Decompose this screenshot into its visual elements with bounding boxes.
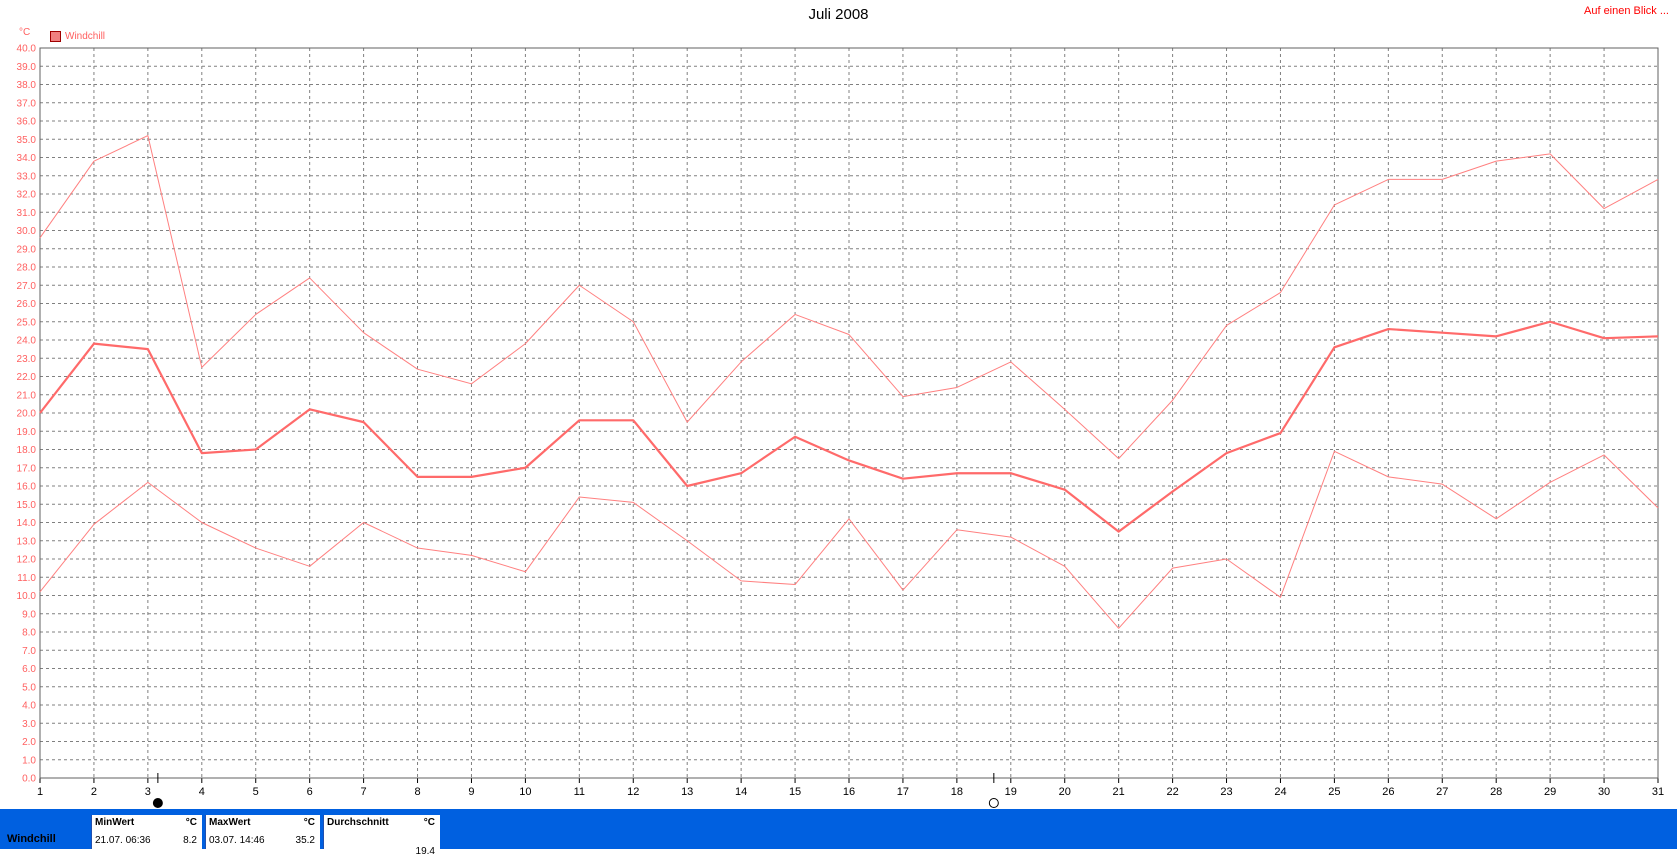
x-tick-label: 27 bbox=[1436, 786, 1448, 798]
x-tick-label: 8 bbox=[414, 786, 420, 798]
y-tick-label: 27.0 bbox=[17, 281, 37, 292]
stat-min: MinWert °C 21.07. 06:36 8.2 bbox=[91, 815, 202, 849]
x-tick-label: 24 bbox=[1274, 786, 1286, 798]
chart-legend: Windchill bbox=[50, 31, 105, 42]
y-tick-label: 18.0 bbox=[17, 445, 37, 456]
y-tick-label: 29.0 bbox=[17, 244, 37, 255]
y-tick-label: 10.0 bbox=[17, 591, 37, 602]
x-tick-label: 12 bbox=[627, 786, 639, 798]
x-tick-label: 16 bbox=[843, 786, 855, 798]
y-tick-label: 21.0 bbox=[17, 390, 37, 401]
y-tick-label: 23.0 bbox=[17, 354, 37, 365]
y-tick-label: 15.0 bbox=[17, 500, 37, 511]
stat-min-unit: °C bbox=[185, 817, 197, 828]
stat-min-label: MinWert bbox=[95, 817, 135, 828]
x-tick-label: 22 bbox=[1166, 786, 1178, 798]
y-tick-label: 0.0 bbox=[22, 774, 36, 785]
full-moon-icon bbox=[152, 798, 163, 808]
x-tick-label: 18 bbox=[951, 786, 963, 798]
stat-avg: Durchschnitt °C 19.4 bbox=[323, 815, 440, 857]
y-tick-label: 2.0 bbox=[22, 737, 36, 748]
x-tick-label: 30 bbox=[1598, 786, 1610, 798]
stats-row-label: Windchill bbox=[7, 833, 56, 845]
stat-max-value: 35.2 bbox=[295, 835, 315, 846]
y-tick-label: 14.0 bbox=[17, 518, 37, 529]
stat-min-when: 21.07. 06:36 bbox=[95, 835, 151, 846]
x-tick-label: 4 bbox=[199, 786, 205, 798]
y-tick-label: 16.0 bbox=[17, 482, 37, 493]
x-tick-label: 31 bbox=[1652, 786, 1664, 798]
x-tick-label: 13 bbox=[681, 786, 693, 798]
y-tick-label: 11.0 bbox=[17, 573, 36, 584]
y-tick-label: 9.0 bbox=[22, 609, 36, 620]
x-tick-label: 10 bbox=[519, 786, 531, 798]
stat-max-unit: °C bbox=[303, 817, 315, 828]
y-tick-label: 38.0 bbox=[17, 80, 37, 91]
y-tick-label: 34.0 bbox=[17, 153, 37, 164]
y-tick-label: 22.0 bbox=[17, 372, 37, 383]
stat-avg-label: Durchschnitt bbox=[327, 817, 389, 828]
stat-max-when: 03.07. 14:46 bbox=[209, 835, 265, 846]
y-axis-unit: °C bbox=[19, 27, 31, 38]
y-tick-label: 40.0 bbox=[17, 44, 37, 55]
y-tick-label: 19.0 bbox=[17, 427, 37, 438]
y-tick-label: 37.0 bbox=[17, 98, 37, 109]
x-tick-label: 9 bbox=[468, 786, 474, 798]
x-tick-label: 23 bbox=[1220, 786, 1232, 798]
y-tick-label: 33.0 bbox=[17, 171, 37, 182]
x-tick-label: 11 bbox=[574, 786, 585, 798]
stat-avg-unit: °C bbox=[423, 817, 435, 828]
y-tick-label: 13.0 bbox=[17, 536, 37, 547]
x-tick-label: 15 bbox=[789, 786, 801, 798]
y-tick-label: 25.0 bbox=[17, 317, 37, 328]
y-tick-label: 4.0 bbox=[22, 701, 36, 712]
x-tick-label: 14 bbox=[735, 786, 747, 798]
y-tick-label: 17.0 bbox=[17, 463, 37, 474]
x-tick-label: 7 bbox=[361, 786, 367, 798]
y-tick-label: 24.0 bbox=[17, 336, 37, 347]
x-tick-label: 5 bbox=[253, 786, 259, 798]
x-tick-label: 20 bbox=[1059, 786, 1071, 798]
x-tick-label: 28 bbox=[1490, 786, 1502, 798]
y-tick-label: 26.0 bbox=[17, 299, 37, 310]
y-tick-label: 3.0 bbox=[22, 719, 36, 730]
chart-canvas: 0.01.02.03.04.05.06.07.08.09.010.011.012… bbox=[17, 44, 1664, 808]
y-tick-label: 1.0 bbox=[22, 755, 36, 766]
x-tick-label: 29 bbox=[1544, 786, 1556, 798]
y-tick-label: 5.0 bbox=[22, 682, 36, 693]
y-tick-label: 7.0 bbox=[22, 646, 36, 657]
y-tick-label: 39.0 bbox=[17, 62, 37, 73]
x-tick-label: 26 bbox=[1382, 786, 1394, 798]
x-tick-label: 21 bbox=[1113, 786, 1125, 798]
stat-min-value: 8.2 bbox=[183, 835, 197, 846]
x-tick-label: 6 bbox=[307, 786, 313, 798]
overview-link[interactable]: Auf einen Blick ... bbox=[1584, 5, 1669, 17]
stat-max-label: MaxWert bbox=[209, 817, 251, 828]
x-tick-label: 19 bbox=[1005, 786, 1017, 798]
chart-title: Juli 2008 bbox=[808, 6, 869, 23]
y-tick-label: 20.0 bbox=[17, 409, 37, 420]
y-tick-label: 28.0 bbox=[17, 263, 37, 274]
new-moon-icon bbox=[988, 798, 999, 808]
y-tick-label: 6.0 bbox=[22, 664, 36, 675]
x-tick-label: 17 bbox=[897, 786, 909, 798]
y-tick-label: 35.0 bbox=[17, 135, 37, 146]
y-tick-label: 30.0 bbox=[17, 226, 37, 237]
stat-max: MaxWert °C 03.07. 14:46 35.2 bbox=[205, 815, 320, 849]
x-tick-label: 25 bbox=[1328, 786, 1340, 798]
y-tick-label: 8.0 bbox=[22, 628, 36, 639]
y-tick-label: 32.0 bbox=[17, 190, 37, 201]
x-tick-label: 3 bbox=[145, 786, 151, 798]
legend-swatch bbox=[50, 31, 61, 42]
x-tick-label: 1 bbox=[37, 786, 43, 798]
y-tick-label: 12.0 bbox=[17, 555, 37, 566]
stat-avg-value: 19.4 bbox=[415, 846, 435, 857]
y-tick-label: 36.0 bbox=[17, 117, 37, 128]
y-tick-label: 31.0 bbox=[17, 208, 37, 219]
x-tick-label: 2 bbox=[91, 786, 97, 798]
legend-label: Windchill bbox=[65, 31, 106, 42]
